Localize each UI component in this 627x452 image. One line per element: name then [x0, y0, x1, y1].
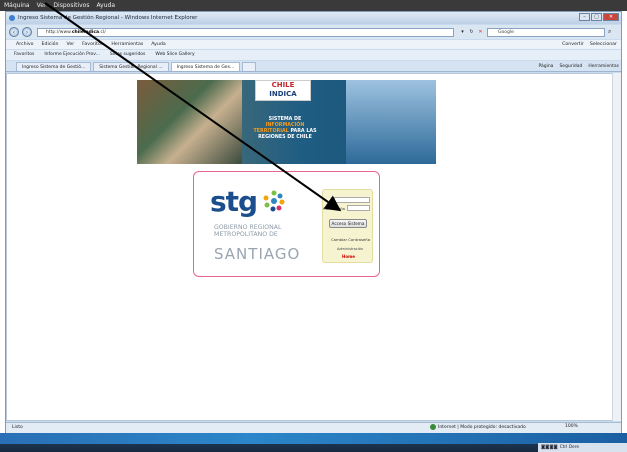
vm-menu-ayuda[interactable]: Ayuda [96, 0, 115, 11]
banner-text-1: SISTEMA DE [268, 117, 302, 122]
address-prefix: http://www. [46, 29, 72, 35]
address-actions: ▾ ↻ ✕ [459, 29, 484, 36]
vm-menu-dispositivos[interactable]: Dispositivos [53, 0, 89, 11]
navigation-bar: ‹ › http://www.chileindica.cl/ ▾ ↻ ✕ Goo… [6, 25, 621, 39]
tab-ingreso-1[interactable]: Ingreso Sistema de Gestió... [16, 62, 92, 71]
stg-city: SANTIAGO [214, 245, 301, 263]
vm-menu-maquina[interactable]: Máquina [4, 0, 30, 11]
password-input[interactable] [347, 205, 370, 211]
vm-menu-bar: Máquina Ver Dispositivos Ayuda [0, 0, 627, 11]
favorite-sitios[interactable]: Sitios sugeridos [110, 50, 146, 60]
back-button[interactable]: ‹ [9, 27, 19, 37]
admin-link[interactable]: Administración [337, 247, 363, 251]
banner-text-hl-2: TERRITORIAL [253, 129, 289, 134]
menu-bar: Archivo Edición Ver Favoritos Herramient… [6, 40, 621, 49]
favorites-bar: Favoritos Informe Ejecución Prov... Siti… [6, 50, 621, 60]
favorite-webslice[interactable]: Web Slice Gallery [155, 50, 194, 60]
menu-edicion[interactable]: Edición [42, 40, 59, 49]
menu-herramientas[interactable]: Herramientas [111, 40, 143, 49]
system-tray: ◙◙◙◙ Ctrl Dere [538, 443, 627, 452]
taskbar [0, 433, 627, 452]
search-icon[interactable]: ⌕ [608, 28, 611, 36]
banner-text: SISTEMA DE INFORMACIÓN TERRITORIAL PARA … [249, 117, 321, 141]
stg-logo: stg [210, 185, 258, 218]
security-zone[interactable]: Internet | Modo protegido: desactivado [430, 424, 526, 430]
chile-indica-banner: CHILE INDICA SISTEMA DE INFORMACIÓN TERR… [137, 80, 436, 164]
globe-icon [430, 424, 436, 430]
search-placeholder: Google [498, 29, 514, 35]
tray-icons[interactable]: ◙◙◙◙ [541, 443, 558, 452]
convertir-button[interactable]: Convertir [562, 40, 584, 49]
security-zone-text: Internet | Modo protegido: desactivado [438, 424, 526, 430]
vm-menu-ver[interactable]: Ver [37, 0, 47, 11]
logo-line-1: CHILE [271, 81, 295, 89]
security-menu[interactable]: Seguridad [559, 62, 582, 71]
search-input[interactable]: Google [487, 27, 605, 37]
maximize-button[interactable]: ▢ [591, 13, 602, 21]
status-text: Listo [12, 425, 23, 430]
menu-ver[interactable]: Ver [67, 40, 75, 49]
favorite-informe[interactable]: Informe Ejecución Prov... [44, 50, 100, 60]
status-bar: Listo [6, 422, 621, 433]
stop-icon[interactable]: ✕ [477, 29, 484, 36]
window-title-text: Ingreso Sistema de Gestión Regional - Wi… [18, 15, 198, 21]
command-bar: Página Seguridad Herramientas [538, 62, 619, 71]
ie-icon [9, 15, 15, 21]
forward-button[interactable]: › [22, 27, 32, 37]
favorites-button[interactable]: Favoritos [14, 50, 34, 60]
banner-text-3: REGIONES DE CHILE [258, 135, 312, 140]
stg-logo-dots-icon [263, 190, 285, 212]
banner-text-2: PARA LAS [290, 129, 317, 134]
menu-ayuda[interactable]: Ayuda [151, 40, 165, 49]
minimize-button[interactable]: – [579, 13, 590, 21]
address-suffix: .cl/ [99, 29, 106, 35]
username-input[interactable] [334, 197, 370, 203]
stg-subtitle: GOBIERNO REGIONAL METROPOLITANO DE [214, 224, 282, 238]
address-bar[interactable]: http://www.chileindica.cl/ [37, 27, 454, 37]
taskbar-stripe [0, 433, 627, 444]
menu-archivo[interactable]: Archivo [16, 40, 34, 49]
password-label: Contraseña [323, 206, 345, 211]
refresh-icon[interactable]: ↻ [468, 29, 475, 36]
tab-bar: Ingreso Sistema de Gestió... Sistema Ges… [6, 61, 621, 72]
vertical-scrollbar[interactable] [612, 73, 621, 421]
seleccionar-button[interactable]: Seleccionar [590, 40, 617, 49]
new-tab-button[interactable] [242, 62, 257, 71]
home-link[interactable]: Home [342, 254, 355, 259]
chile-indica-logo: CHILE INDICA [255, 80, 311, 101]
tab-sistema-gestion[interactable]: Sistema Gestión Regional ... [93, 62, 169, 71]
page-menu[interactable]: Página [538, 62, 553, 71]
banner-photo-right [346, 80, 436, 164]
zoom-level[interactable]: 100% [565, 424, 578, 429]
menu-favoritos[interactable]: Favoritos [82, 40, 103, 49]
address-domain: chileindica [71, 29, 100, 35]
banner-text-hl-1: INFORMACIÓN [265, 123, 305, 128]
logo-line-2: INDICA [269, 90, 297, 98]
window-title: Ingreso Sistema de Gestión Regional - Wi… [6, 12, 621, 24]
window-controls: – ▢ ✕ [579, 13, 619, 21]
access-button[interactable]: Acceso Sistema [329, 219, 367, 228]
tools-menu[interactable]: Herramientas [588, 62, 619, 71]
compat-icon[interactable]: ▾ [459, 29, 466, 36]
tray-host-key: Ctrl Dere [559, 445, 579, 450]
tab-ingreso-2[interactable]: Ingreso Sistema de Ges... [170, 62, 241, 71]
close-button[interactable]: ✕ [603, 13, 619, 21]
banner-photo-left [137, 80, 242, 164]
change-password-link[interactable]: Cambiar Contraseña [331, 237, 370, 242]
